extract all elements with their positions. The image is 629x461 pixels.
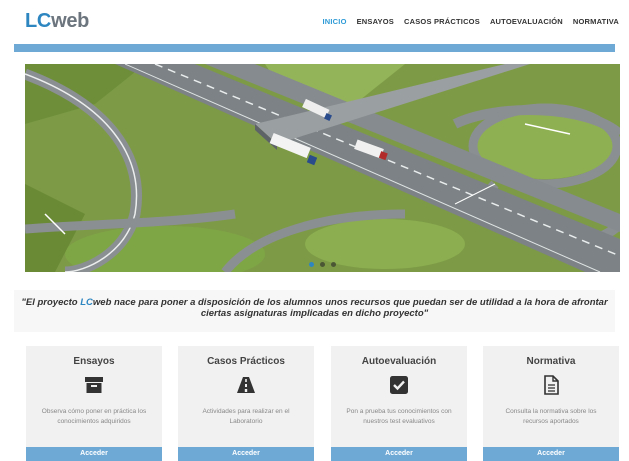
card-title: Autoevaluación	[361, 356, 437, 367]
card-autoevaluacion: Autoevaluación Pon a prueba tus conocimi…	[331, 346, 467, 461]
logo-lc: LC	[25, 10, 52, 32]
nav-normativa[interactable]: NORMATIVA	[573, 17, 619, 26]
check-square-icon	[390, 376, 408, 394]
document-icon	[544, 375, 559, 395]
carousel-dot-3[interactable]	[331, 262, 336, 267]
card-ensayos: Ensayos Observa cómo poner en práctica l…	[26, 346, 162, 461]
card-casos-practicos: Casos Prácticos Actividades para realiza…	[178, 346, 314, 461]
nav-inicio[interactable]: INICIO	[322, 17, 346, 26]
acceder-ensayos-button[interactable]: Acceder	[26, 447, 162, 461]
carousel-dot-2[interactable]	[320, 262, 325, 267]
project-quote: "El proyecto LCweb nace para poner a dis…	[14, 290, 615, 332]
quote-brand-web: web	[92, 297, 112, 308]
quote-text: "El proyecto LCweb nace para poner a dis…	[14, 297, 615, 319]
card-title: Normativa	[526, 356, 576, 367]
card-description: Observa cómo poner en práctica los conoc…	[41, 408, 147, 425]
card-normativa: Normativa Consulta la normativa sobre lo…	[483, 346, 619, 461]
main-nav: INICIO ENSAYOS CASOS PRÁCTICOS AUTOEVALU…	[322, 17, 619, 26]
quote-open: "El proyecto	[21, 297, 81, 308]
nav-casos-practicos[interactable]: CASOS PRÁCTICOS	[404, 17, 480, 26]
section-cards: Ensayos Observa cómo poner en práctica l…	[26, 346, 619, 461]
quote-rest: nace para poner a disposición de los alu…	[111, 297, 608, 319]
header-divider-bar	[14, 44, 615, 52]
acceder-casos-practicos-button[interactable]: Acceder	[178, 447, 314, 461]
quote-brand-lc: LC	[80, 297, 93, 308]
card-title: Casos Prácticos	[207, 356, 285, 367]
acceder-autoevaluacion-button[interactable]: Acceder	[331, 447, 467, 461]
nav-ensayos[interactable]: ENSAYOS	[357, 17, 394, 26]
logo-web: web	[51, 10, 90, 32]
hero-carousel[interactable]	[25, 64, 620, 272]
carousel-dot-1[interactable]	[309, 262, 314, 267]
road-icon	[237, 377, 255, 393]
card-description: Pon a prueba tus conocimientos con nuest…	[346, 408, 452, 425]
highway-interchange-image	[25, 64, 620, 272]
site-logo[interactable]: LCweb	[25, 10, 89, 33]
archive-box-icon	[85, 377, 103, 393]
carousel-indicators	[25, 262, 620, 267]
card-title: Ensayos	[73, 356, 115, 367]
card-description: Consulta la normativa sobre los recursos…	[505, 408, 597, 425]
card-description: Actividades para realizar en el Laborato…	[202, 408, 290, 425]
site-header: LCweb INICIO ENSAYOS CASOS PRÁCTICOS AUT…	[0, 0, 629, 44]
nav-autoevaluacion[interactable]: AUTOEVALUACIÓN	[490, 17, 563, 26]
acceder-normativa-button[interactable]: Acceder	[483, 447, 619, 461]
